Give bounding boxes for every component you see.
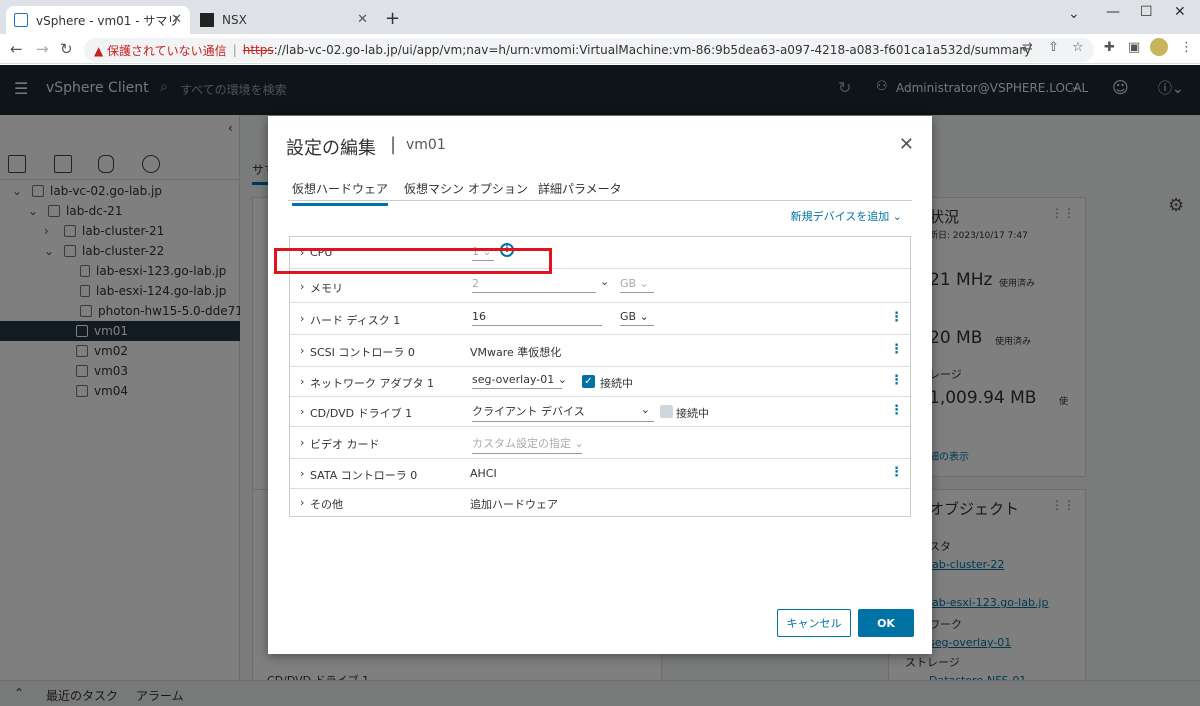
hw-label-sata[interactable]: SATA コントローラ 0 (310, 467, 417, 483)
cancel-button[interactable]: キャンセル (777, 609, 851, 637)
memory-input[interactable]: 2 (472, 277, 596, 293)
maximize-icon[interactable]: ☐ (1140, 4, 1153, 20)
disk-size-value: 16 (472, 310, 486, 323)
chevron-down-icon[interactable]: ⌄ (600, 275, 609, 288)
back-icon[interactable]: ← (10, 40, 23, 58)
close-tab-icon[interactable]: ✕ (171, 12, 182, 27)
expand-chevron-icon[interactable]: › (300, 405, 304, 418)
cd-device-select[interactable]: クライアント デバイス ⌄ (472, 403, 654, 422)
menu-icon[interactable]: ⋮ (1180, 40, 1193, 55)
browser-tab-vsphere[interactable]: vSphere - vm01 - サマリ ✕ (6, 6, 190, 34)
close-tab-icon[interactable]: ✕ (357, 12, 368, 27)
more-actions-icon[interactable]: ⋮ (890, 403, 903, 418)
hw-row-memory: › メモリ 2 ⌄ GB ⌄ (290, 269, 910, 303)
nic-connected-label: 接続中 (600, 377, 633, 390)
hardware-table: › CPU 1 ⌄ i › メモリ 2 ⌄ GB ⌄ › ハード ディスク 1 … (289, 236, 911, 517)
memory-unit-select[interactable]: GB ⌄ (620, 277, 654, 293)
expand-chevron-icon[interactable]: › (300, 375, 304, 388)
video-card-select[interactable]: カスタム設定の指定 ⌄ (472, 435, 584, 454)
disk-size-input[interactable]: 16 (472, 310, 602, 326)
new-tab-button[interactable]: + (385, 8, 400, 29)
tab-title: vSphere - vm01 - サマリ (36, 13, 180, 28)
cd-device-value: クライアント デバイス (472, 405, 585, 418)
disk-unit: GB (620, 310, 637, 323)
tab-search-icon[interactable]: ⌄ (1068, 6, 1080, 22)
hw-row-scsi: › SCSI コントローラ 0 VMware 準仮想化 ⋮ (290, 335, 910, 367)
expand-chevron-icon[interactable]: › (300, 344, 304, 357)
bookmark-star-icon[interactable]: ☆ (1072, 40, 1084, 55)
hw-row-sata: › SATA コントローラ 0 AHCI ⋮ (290, 459, 910, 489)
close-icon[interactable]: ✕ (899, 134, 914, 155)
hw-label-hard-disk[interactable]: ハード ディスク 1 (310, 312, 400, 328)
forward-icon[interactable]: → (36, 40, 49, 58)
hw-label-other[interactable]: その他 (310, 496, 343, 512)
vsphere-favicon-icon (14, 13, 28, 27)
hw-label-video-card[interactable]: ビデオ カード (310, 436, 380, 452)
expand-chevron-icon[interactable]: › (300, 467, 304, 480)
memory-unit: GB (620, 277, 637, 290)
profile-avatar-icon[interactable] (1150, 38, 1168, 56)
other-value: 追加ハードウェア (470, 498, 558, 511)
address-toolbar: ← → ↻ ▲ 保護されていない通信 | https ://lab-vc-02.… (0, 34, 1200, 64)
sata-value: AHCI (470, 467, 497, 480)
video-card-value: カスタム設定の指定 (472, 437, 571, 450)
more-actions-icon[interactable]: ⋮ (890, 465, 903, 480)
nsx-favicon-icon (200, 13, 214, 27)
nic-connected-checkbox[interactable]: ✓ (582, 375, 595, 388)
dialog-title: 設定の編集 (286, 138, 376, 159)
more-actions-icon[interactable]: ⋮ (890, 342, 903, 357)
scsi-value: VMware 準仮想化 (470, 346, 562, 359)
url-bar[interactable]: ▲ 保護されていない通信 | https ://lab-vc-02.go-lab… (84, 38, 1094, 62)
cd-connected-checkbox[interactable] (660, 405, 673, 418)
dialog-vm-name: vm01 (406, 137, 446, 153)
url-scheme: https (242, 43, 274, 57)
edit-settings-dialog: 設定の編集 | vm01 ✕ 仮想ハードウェア 仮想マシン オプション 詳細パラ… (268, 116, 932, 654)
extensions-icon[interactable]: ✚ (1104, 40, 1115, 55)
url-text: ://lab-vc-02.go-lab.jp/ui/app/vm;nav=h/u… (273, 43, 1032, 57)
network-value: seg-overlay-01 (472, 373, 555, 386)
expand-chevron-icon[interactable]: › (300, 436, 304, 449)
reload-icon[interactable]: ↻ (60, 40, 73, 58)
more-actions-icon[interactable]: ⋮ (890, 373, 903, 388)
browser-tab-nsx[interactable]: NSX ✕ (192, 6, 376, 34)
close-window-icon[interactable]: ✕ (1174, 4, 1186, 20)
insecure-warning[interactable]: ▲ 保護されていない通信 (94, 42, 227, 59)
cd-connected-label: 接続中 (676, 407, 709, 420)
hw-label-memory[interactable]: メモリ (310, 280, 343, 296)
tab-virtual-hardware[interactable]: 仮想ハードウェア (292, 180, 389, 206)
chevron-down-icon: ⌄ (640, 403, 650, 416)
memory-value: 2 (472, 277, 479, 290)
hw-row-network-adapter: › ネットワーク アダプタ 1 seg-overlay-01 ⌄ ✓ 接続中 ⋮ (290, 367, 910, 397)
tab-divider (288, 200, 912, 201)
hw-row-video-card: › ビデオ カード カスタム設定の指定 ⌄ (290, 427, 910, 459)
translate-icon[interactable]: ⇄ (1022, 40, 1033, 55)
tab-title: NSX (222, 13, 247, 27)
highlight-box (274, 248, 552, 274)
sidepanel-icon[interactable]: ▣ (1128, 40, 1140, 55)
more-actions-icon[interactable]: ⋮ (890, 310, 903, 325)
minimize-icon[interactable]: — (1106, 4, 1120, 20)
hw-row-hard-disk: › ハード ディスク 1 16 GB ⌄ ⋮ (290, 303, 910, 335)
disk-unit-select[interactable]: GB ⌄ (620, 310, 654, 326)
browser-titlebar: vSphere - vm01 - サマリ ✕ NSX ✕ + ⌄ — ☐ ✕ (0, 0, 1200, 34)
add-new-device-button[interactable]: 新規デバイスを追加 ⌄ (791, 208, 902, 224)
hw-row-cd-dvd: › CD/DVD ドライブ 1 クライアント デバイス ⌄ 接続中 ⋮ (290, 397, 910, 427)
hw-label-cd-dvd[interactable]: CD/DVD ドライブ 1 (310, 405, 412, 421)
expand-chevron-icon[interactable]: › (300, 496, 304, 509)
expand-chevron-icon[interactable]: › (300, 280, 304, 293)
title-separator: | (390, 134, 397, 155)
hw-label-scsi[interactable]: SCSI コントローラ 0 (310, 344, 415, 360)
expand-chevron-icon[interactable]: › (300, 312, 304, 325)
ok-button[interactable]: OK (858, 609, 914, 637)
hw-label-network-adapter[interactable]: ネットワーク アダプタ 1 (310, 375, 434, 391)
hw-row-other: › その他 追加ハードウェア (290, 489, 910, 517)
network-select[interactable]: seg-overlay-01 ⌄ (472, 373, 567, 389)
share-icon[interactable]: ⇧ (1048, 40, 1059, 55)
